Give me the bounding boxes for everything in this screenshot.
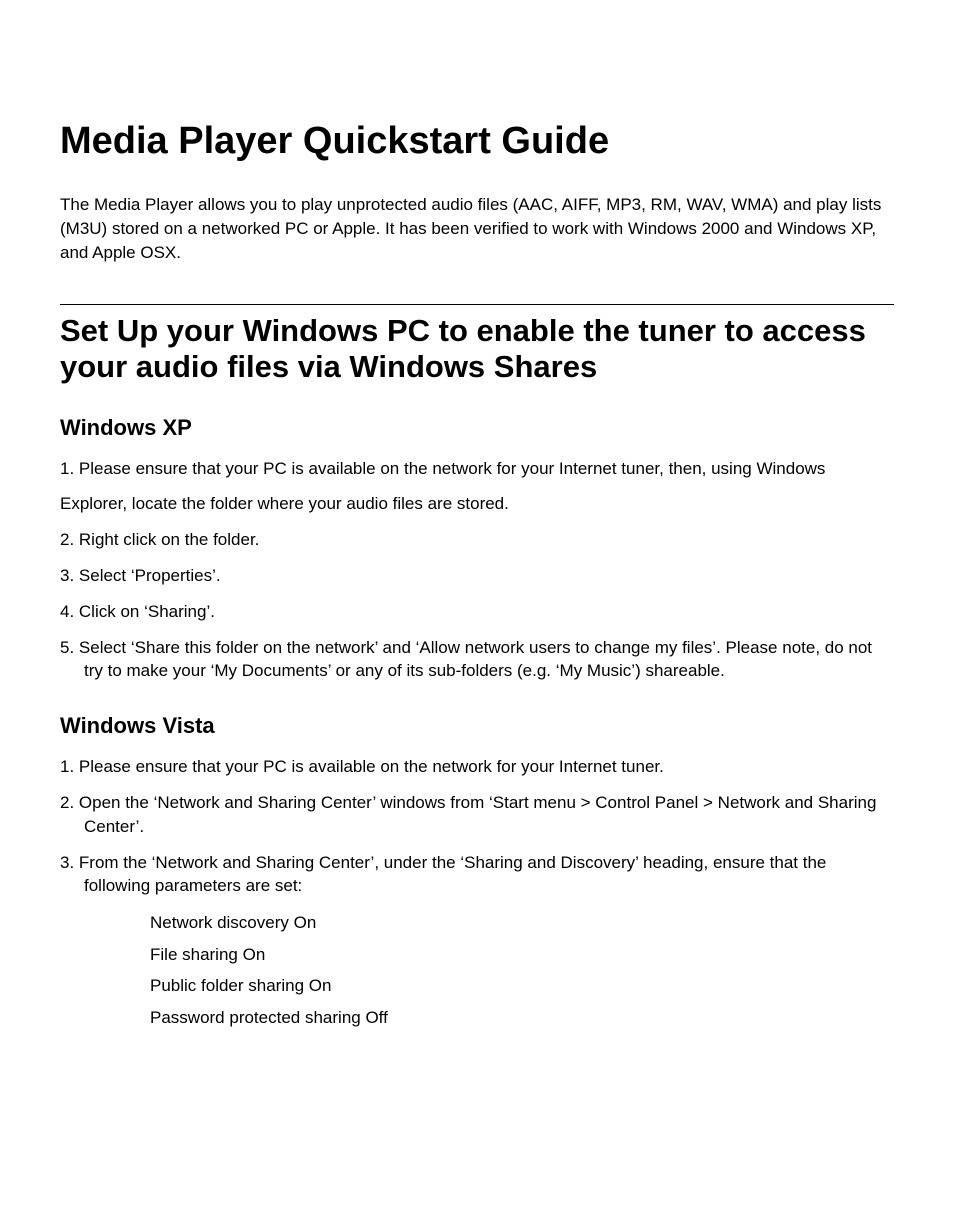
step-text: 1. Please ensure that your PC is availab… xyxy=(60,457,894,481)
section-heading: Set Up your Windows PC to enable the tun… xyxy=(60,313,894,384)
step-text: 3. From the ‘Network and Sharing Center’… xyxy=(60,851,894,899)
subsection-heading-xp: Windows XP xyxy=(60,415,894,441)
step-text: 5. Select ‘Share this folder on the netw… xyxy=(60,636,894,684)
step-text: 4. Click on ‘Sharing’. xyxy=(60,600,894,624)
section-divider xyxy=(60,304,894,305)
step-text: 3. Select ‘Properties’. xyxy=(60,564,894,588)
parameter-text: Password protected sharing Off xyxy=(60,1005,894,1031)
step-text: Explorer, locate the folder where your a… xyxy=(60,492,894,516)
step-text: 1. Please ensure that your PC is availab… xyxy=(60,755,894,779)
step-text: 2. Open the ‘Network and Sharing Center’… xyxy=(60,791,894,839)
intro-paragraph: The Media Player allows you to play unpr… xyxy=(60,193,894,264)
document-title: Media Player Quickstart Guide xyxy=(60,120,894,163)
step-text: 2. Right click on the folder. xyxy=(60,528,894,552)
parameter-text: File sharing On xyxy=(60,942,894,968)
subsection-heading-vista: Windows Vista xyxy=(60,713,894,739)
parameter-text: Network discovery On xyxy=(60,910,894,936)
parameter-text: Public folder sharing On xyxy=(60,973,894,999)
